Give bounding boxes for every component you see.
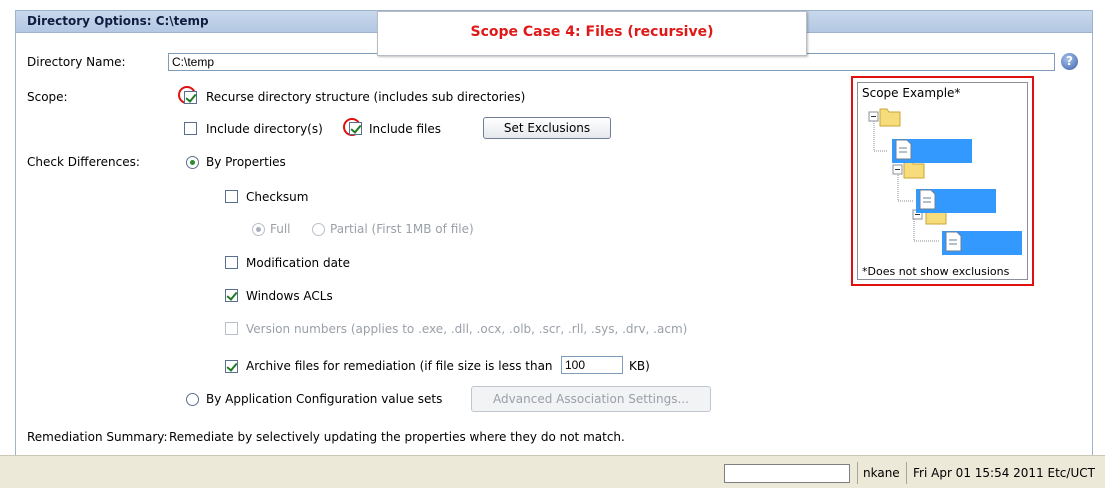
- include-directories-label[interactable]: Include directory(s): [206, 122, 323, 136]
- remediation-summary-text: Remediate by selectively updating the pr…: [169, 430, 625, 444]
- scope-example-panel: Scope Example* *Does not show exclusions: [857, 82, 1028, 280]
- file-icon: [895, 139, 912, 160]
- file-icon: [945, 231, 962, 252]
- modification-date-label[interactable]: Modification date: [246, 256, 350, 270]
- checksum-checkbox[interactable]: [225, 190, 238, 203]
- directory-name-label: Directory Name:: [27, 55, 126, 69]
- archive-label[interactable]: Archive files for remediation (if file s…: [246, 359, 553, 373]
- status-separator: [906, 462, 907, 484]
- archive-unit-label: KB): [629, 359, 650, 373]
- tree-expander-icon: [892, 164, 903, 175]
- help-circle-icon[interactable]: ?: [1061, 53, 1078, 70]
- scope-example-footer: *Does not show exclusions: [862, 265, 1010, 278]
- status-user: nkane: [863, 466, 900, 480]
- recurse-checkbox[interactable]: [184, 91, 197, 104]
- windows-acls-checkbox[interactable]: [225, 289, 238, 302]
- version-numbers-checkbox[interactable]: [225, 322, 238, 335]
- folder-icon: [879, 108, 901, 127]
- archive-checkbox[interactable]: [225, 360, 238, 373]
- by-properties-radio[interactable]: [186, 156, 199, 169]
- advanced-association-settings-button[interactable]: Advanced Association Settings...: [471, 386, 711, 412]
- version-numbers-label[interactable]: Version numbers (applies to .exe, .dll, …: [246, 322, 687, 336]
- scope-label: Scope:: [27, 90, 68, 104]
- scope-example-tree: [868, 108, 1022, 255]
- status-separator: [857, 462, 858, 484]
- tree-expander-icon: [868, 111, 879, 122]
- status-bar: nkane Fri Apr 01 15:54 2011 Etc/UCT: [0, 455, 1105, 488]
- full-label[interactable]: Full: [270, 222, 291, 236]
- scope-example-highlight: Scope Example* *Does not show exclusions: [851, 76, 1034, 286]
- windows-acls-label[interactable]: Windows ACLs: [246, 289, 333, 303]
- by-app-config-label[interactable]: By Application Configuration value sets: [206, 392, 442, 406]
- scope-case-callout: Scope Case 4: Files (recursive): [377, 11, 807, 56]
- scope-example-title: Scope Example*: [862, 86, 961, 100]
- by-app-config-radio[interactable]: [186, 393, 199, 406]
- include-files-checkbox[interactable]: [349, 122, 362, 135]
- modification-date-checkbox[interactable]: [225, 256, 238, 269]
- partial-radio[interactable]: [312, 223, 325, 236]
- remediation-summary-label: Remediation Summary:: [27, 430, 168, 444]
- folder-icon: [903, 160, 925, 179]
- include-directories-checkbox[interactable]: [184, 122, 197, 135]
- full-radio[interactable]: [252, 223, 265, 236]
- panel-title: Directory Options: C:\temp: [27, 14, 209, 28]
- archive-size-input[interactable]: [561, 356, 623, 374]
- by-properties-label[interactable]: By Properties: [206, 155, 286, 169]
- check-differences-label: Check Differences:: [27, 155, 140, 169]
- file-icon: [919, 189, 936, 210]
- checksum-label[interactable]: Checksum: [246, 190, 308, 204]
- scope-case-callout-text: Scope Case 4: Files (recursive): [470, 24, 714, 40]
- partial-label[interactable]: Partial (First 1MB of file): [330, 222, 474, 236]
- status-datetime: Fri Apr 01 15:54 2011 Etc/UCT: [913, 466, 1095, 480]
- include-files-label[interactable]: Include files: [369, 122, 441, 136]
- set-exclusions-button[interactable]: Set Exclusions: [483, 117, 611, 139]
- status-input-field[interactable]: [724, 464, 850, 483]
- recurse-label[interactable]: Recurse directory structure (includes su…: [206, 90, 525, 104]
